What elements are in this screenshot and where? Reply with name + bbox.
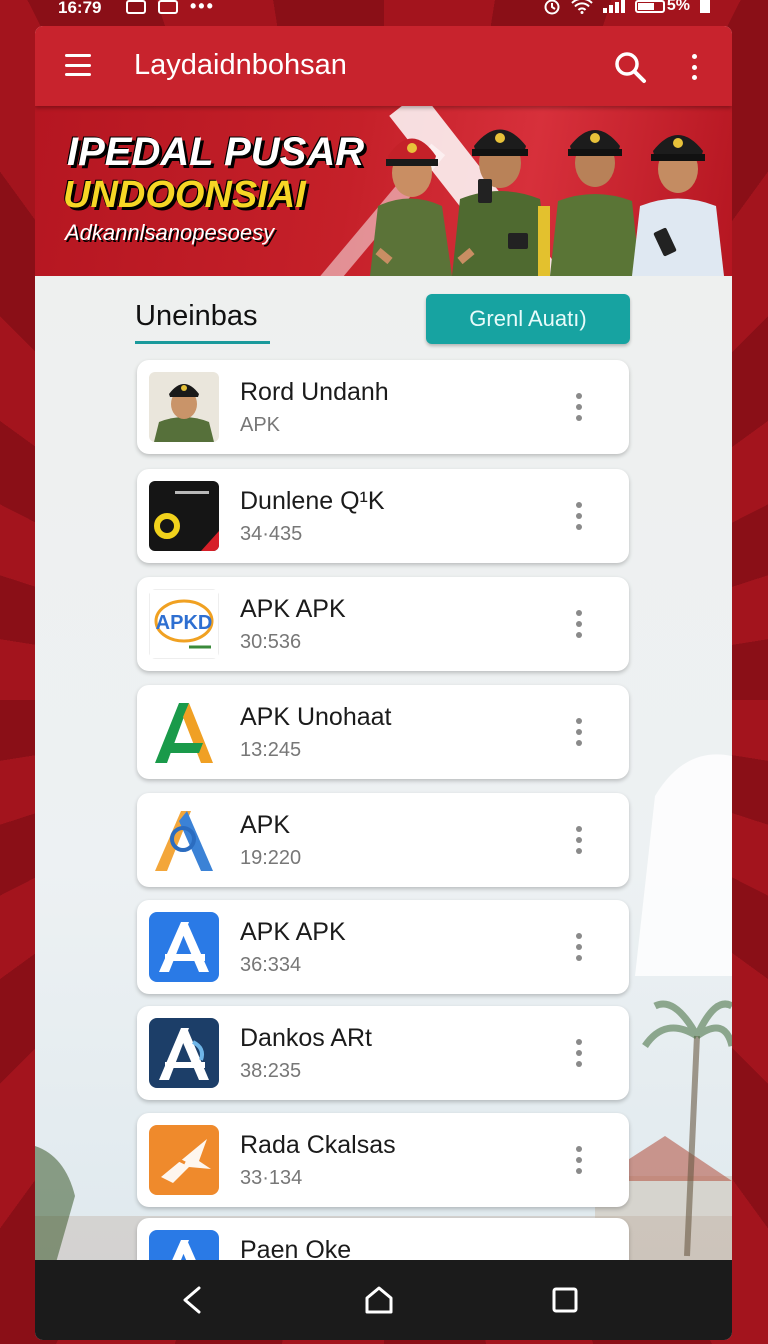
section-action-button[interactable]: Grenl Auatı) xyxy=(426,294,630,344)
banner-subheadline: UNDOONSIAI xyxy=(63,174,306,216)
app-card[interactable]: APK APK 36:334 xyxy=(137,900,629,994)
app-card[interactable]: APK Unohaat 13:245 xyxy=(137,685,629,779)
apkd-logo-icon: APKD xyxy=(149,589,219,659)
alarm-icon xyxy=(544,0,560,15)
more-dots-icon: ••• xyxy=(190,0,215,16)
app-list-section: Uneinbas Grenl Auatı) Rord Undanh APK Du… xyxy=(35,276,732,1266)
recents-icon[interactable] xyxy=(547,1282,583,1318)
more-vert-icon[interactable] xyxy=(571,610,587,638)
wifi-icon xyxy=(571,0,593,14)
more-vert-icon[interactable] xyxy=(571,718,587,746)
app-card[interactable]: Paen Oke xyxy=(137,1218,629,1266)
app-subtitle: 38:235 xyxy=(240,1060,302,1082)
app-card[interactable]: Dankos ARt 38:235 xyxy=(137,1006,629,1100)
orange-plane-logo-icon xyxy=(149,1125,219,1195)
back-icon[interactable] xyxy=(175,1282,211,1318)
app-name: Dunlene Q¹K xyxy=(240,487,385,515)
battery-text: 5% xyxy=(666,0,690,14)
status-bar: 16:79 ••• 5% xyxy=(0,0,768,22)
banner-caption: Adkannlsanopesoesy xyxy=(65,220,275,245)
soldiers-illustration xyxy=(370,129,724,276)
promo-banner[interactable]: IPEDAL PUSAR UNDOONSIAI Adkannlsanopesoe… xyxy=(35,106,732,276)
app-subtitle: 30:536 xyxy=(240,631,302,653)
app-name: APK APK xyxy=(240,595,346,623)
system-icons: 5% xyxy=(543,0,710,15)
app-card[interactable]: APK 19:220 xyxy=(137,793,629,887)
status-time: 16:79 xyxy=(58,0,102,17)
app-subtitle: 36:334 xyxy=(240,954,302,976)
more-vert-icon[interactable] xyxy=(571,933,587,961)
battery-icon: 5% xyxy=(634,0,710,15)
navy-a-logo-icon xyxy=(149,1018,219,1088)
phone-screen: Laydaidnbohsan IPEDAL PUSAR UNDOONSIAI A… xyxy=(35,26,732,1340)
black-yellow-app-icon xyxy=(149,481,219,551)
search-icon[interactable] xyxy=(613,50,647,84)
app-card[interactable]: Dunlene Q¹K 34·435 xyxy=(137,469,629,563)
app-subtitle: APK xyxy=(240,414,281,436)
app-subtitle: 33·134 xyxy=(240,1167,303,1189)
app-name: Dankos ARt xyxy=(240,1024,373,1052)
blue-a-logo-icon xyxy=(149,912,219,982)
app-title: Laydaidnbohsan xyxy=(134,49,347,81)
app-card[interactable]: Rord Undanh APK xyxy=(137,360,629,454)
svg-text:APKD: APKD xyxy=(156,612,213,634)
app-bar: Laydaidnbohsan xyxy=(35,26,732,106)
app-name: Rord Undanh xyxy=(240,378,389,406)
more-vert-icon[interactable] xyxy=(685,52,703,82)
more-vert-icon[interactable] xyxy=(571,393,587,421)
app-card[interactable]: Rada Ckalsas 33·134 xyxy=(137,1113,629,1207)
image-icon xyxy=(126,0,146,14)
app-name: APK xyxy=(240,811,291,839)
home-icon[interactable] xyxy=(361,1282,397,1318)
app-subtitle: 13:245 xyxy=(240,739,302,761)
soldier-portrait-icon xyxy=(149,372,219,442)
more-vert-icon[interactable] xyxy=(571,826,587,854)
app-subtitle: 19:220 xyxy=(240,847,302,869)
more-vert-icon[interactable] xyxy=(571,502,587,530)
menu-icon[interactable] xyxy=(65,54,91,76)
app-subtitle: 34·435 xyxy=(240,523,303,545)
green-a-logo-icon xyxy=(149,697,219,767)
app-card[interactable]: APKD APK APK 30:536 xyxy=(137,577,629,671)
notification-icons: ••• xyxy=(126,0,215,17)
app-name: Rada Ckalsas xyxy=(240,1131,396,1159)
a-magnifier-logo-icon xyxy=(149,805,219,875)
section-title: Uneinbas xyxy=(135,300,258,332)
signal-icon xyxy=(602,0,625,13)
app-name: APK APK xyxy=(240,918,346,946)
more-vert-icon[interactable] xyxy=(571,1146,587,1174)
image-icon xyxy=(158,0,178,14)
navigation-bar xyxy=(35,1260,732,1340)
section-underline xyxy=(135,341,270,344)
banner-headline: IPEDAL PUSAR xyxy=(67,130,365,174)
app-name: APK Unohaat xyxy=(240,703,392,731)
more-vert-icon[interactable] xyxy=(571,1039,587,1067)
